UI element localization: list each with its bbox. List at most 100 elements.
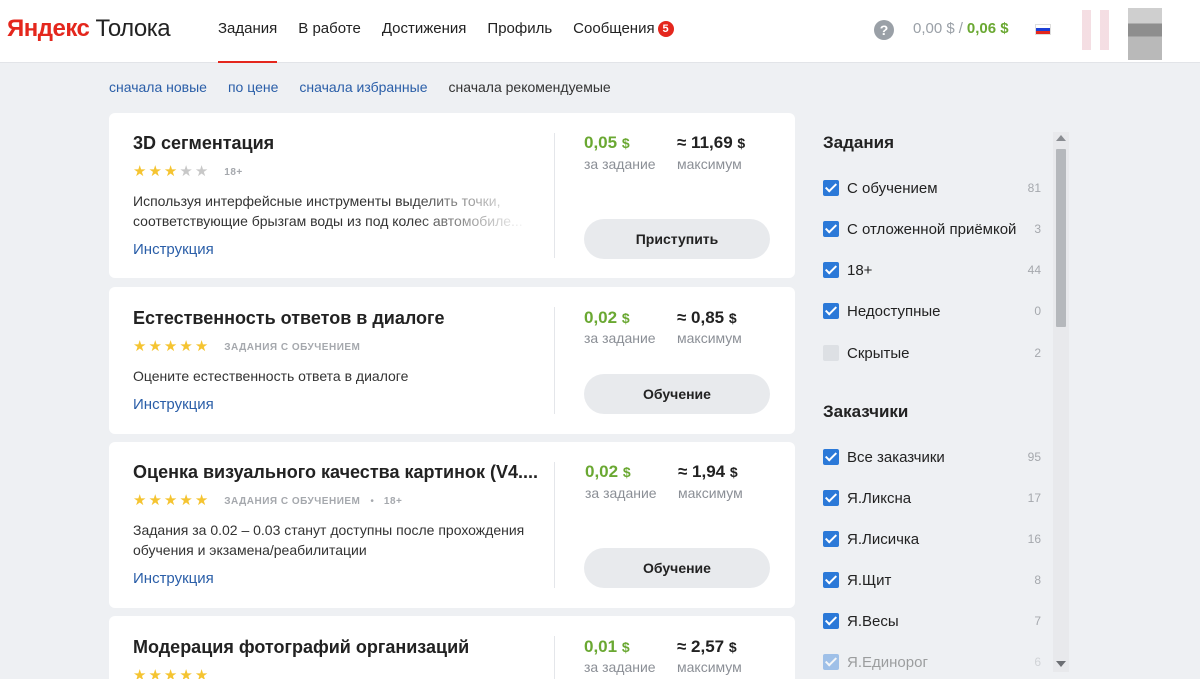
filter-label: Я.Лисичка xyxy=(847,530,920,548)
checkbox-checked[interactable] xyxy=(823,613,839,629)
task-tag: ЗАДАНИЯ С ОБУЧЕНИЕМ xyxy=(224,341,361,353)
filter-count: 16 xyxy=(1027,532,1041,546)
scroll-down-arrow-icon[interactable] xyxy=(1056,661,1066,667)
instruction-link[interactable]: Инструкция xyxy=(133,396,214,413)
sort-recommended[interactable]: сначала рекомендуемые xyxy=(449,79,611,95)
checkbox-checked[interactable] xyxy=(823,572,839,588)
filter-label: С отложенной приёмкой xyxy=(847,220,1017,238)
task-max-value: ≈ 2,57 xyxy=(677,637,725,656)
star-icon: ★ xyxy=(148,667,162,679)
scrollbar-thumb[interactable] xyxy=(1056,149,1066,327)
avatar[interactable] xyxy=(1128,8,1162,60)
task-tag: ЗАДАНИЯ С ОБУЧЕНИЕМ xyxy=(224,495,361,507)
filter-requester[interactable]: Я.Лисичка 16 xyxy=(823,529,1041,549)
task-description: Задания за 0.02 – 0.03 станут доступны п… xyxy=(133,522,525,558)
task-title[interactable]: Модерация фотографий организаций xyxy=(133,637,469,658)
task-title[interactable]: 3D сегментация xyxy=(133,133,274,154)
task-card[interactable]: Оценка визуального качества картинок (V4… xyxy=(109,442,795,608)
sort-favorites[interactable]: сначала избранные xyxy=(299,79,427,95)
yandex-toloka-logo[interactable]: Яндекс Толока xyxy=(7,15,171,43)
filter-label: С обучением xyxy=(847,179,938,197)
star-icon: ★ xyxy=(148,163,162,180)
filter-count: 81 xyxy=(1027,181,1041,195)
nav-profile[interactable]: Профиль xyxy=(487,0,552,63)
filter-requester[interactable]: Я.Единорог 6 xyxy=(823,652,1041,672)
star-icon: ★ xyxy=(133,163,147,180)
sort-newest[interactable]: сначала новые xyxy=(109,79,207,95)
task-max-unit: $ xyxy=(729,464,738,480)
filter-count: 3 xyxy=(1034,222,1041,236)
filter-label: Недоступные xyxy=(847,302,941,320)
tag-separator: • xyxy=(370,495,374,507)
messages-count-badge: 5 xyxy=(657,21,674,37)
star-icon: ★ xyxy=(148,492,162,509)
nav-achievements[interactable]: Достижения xyxy=(382,0,467,63)
price-caption: за задание xyxy=(584,330,656,346)
main-nav: Задания В работе Достижения Профиль Сооб… xyxy=(218,0,695,63)
checkbox-checked[interactable] xyxy=(823,449,839,465)
task-tag: 18+ xyxy=(224,166,243,178)
checkbox-checked[interactable] xyxy=(823,262,839,278)
nav-messages[interactable]: Сообщения 5 xyxy=(573,0,674,63)
filter-all-requesters[interactable]: Все заказчики 95 xyxy=(823,447,1041,467)
balance[interactable]: 0,00 $/0,06 $ xyxy=(913,20,1009,37)
task-price-unit: $ xyxy=(621,310,630,326)
task-price-value: 0,01 xyxy=(584,637,618,656)
filter-requester[interactable]: Я.Ликсна 17 xyxy=(823,488,1041,508)
task-price-unit: $ xyxy=(621,135,630,151)
task-price-value: 0,02 xyxy=(585,462,619,481)
checkbox-unchecked[interactable] xyxy=(823,345,839,361)
training-button[interactable]: Обучение xyxy=(584,374,770,414)
task-max-unit: $ xyxy=(737,135,746,151)
checkbox-checked[interactable] xyxy=(823,654,839,670)
star-empty-icon: ★ xyxy=(179,163,193,180)
task-price-value: 0,05 xyxy=(584,133,618,152)
filter-count: 17 xyxy=(1027,491,1041,505)
card-divider xyxy=(554,133,555,258)
filter-requester[interactable]: Я.Весы 7 xyxy=(823,611,1041,631)
task-meta: ★ ★ ★ ★ ★ xyxy=(133,668,210,679)
nav-in-progress[interactable]: В работе xyxy=(298,0,361,63)
task-title[interactable]: Естественность ответов в диалоге xyxy=(133,308,445,329)
checkbox-checked[interactable] xyxy=(823,303,839,319)
filter-hidden[interactable]: Скрытые 2 xyxy=(823,343,1041,363)
checkbox-checked[interactable] xyxy=(823,531,839,547)
task-card[interactable]: 3D сегментация ★ ★ ★ ★ ★ 18+ Используя интер… xyxy=(109,113,795,278)
task-card[interactable]: Естественность ответов в диалоге ★ ★ ★ ★ ★ З… xyxy=(109,287,795,434)
nav-achievements-label: Достижения xyxy=(381,20,467,37)
ru-flag-icon[interactable] xyxy=(1035,24,1051,35)
task-description: Используя интерфейсные инструменты выдел… xyxy=(133,193,523,229)
filter-count: 44 xyxy=(1027,263,1041,277)
checkbox-checked[interactable] xyxy=(823,490,839,506)
checkbox-checked[interactable] xyxy=(823,221,839,237)
instruction-link[interactable]: Инструкция xyxy=(133,241,214,258)
nav-tasks[interactable]: Задания xyxy=(218,0,278,63)
filter-label: Скрытые xyxy=(847,344,910,362)
username-blurred[interactable] xyxy=(1082,10,1118,50)
star-icon: ★ xyxy=(148,338,162,355)
filter-with-training[interactable]: С обучением 81 xyxy=(823,178,1041,198)
task-meta: ★ ★ ★ ★ ★ 18+ xyxy=(133,164,243,180)
scroll-up-arrow-icon[interactable] xyxy=(1056,135,1066,141)
help-icon[interactable]: ? xyxy=(874,20,894,40)
instruction-link[interactable]: Инструкция xyxy=(133,570,214,587)
filter-adult[interactable]: 18+ 44 xyxy=(823,260,1041,280)
filters-requesters-heading: Заказчики xyxy=(823,402,909,421)
nav-profile-label: Профиль xyxy=(487,20,553,37)
star-icon: ★ xyxy=(163,492,178,509)
filter-unavailable[interactable]: Недоступные 0 xyxy=(823,301,1041,321)
task-card[interactable]: Модерация фотографий организаций ★ ★ ★ ★ ★ 0… xyxy=(109,616,795,679)
training-button[interactable]: Обучение xyxy=(584,548,770,588)
star-icon: ★ xyxy=(163,667,178,679)
checkbox-checked[interactable] xyxy=(823,180,839,196)
task-title[interactable]: Оценка визуального качества картинок (V4… xyxy=(133,462,538,483)
star-icon: ★ xyxy=(194,667,209,679)
nav-messages-label: Сообщения xyxy=(573,20,655,37)
filter-requester[interactable]: Я.Щит 8 xyxy=(823,570,1041,590)
task-price: 0,02 $ xyxy=(585,462,631,482)
filter-label: Я.Щит xyxy=(847,571,892,589)
sort-by-price[interactable]: по цене xyxy=(228,79,278,95)
top-header: Яндекс Толока Задания В работе Достижени… xyxy=(0,0,1200,63)
filter-deferred-acceptance[interactable]: С отложенной приёмкой 3 xyxy=(823,219,1041,239)
start-task-button[interactable]: Приступить xyxy=(584,219,770,259)
